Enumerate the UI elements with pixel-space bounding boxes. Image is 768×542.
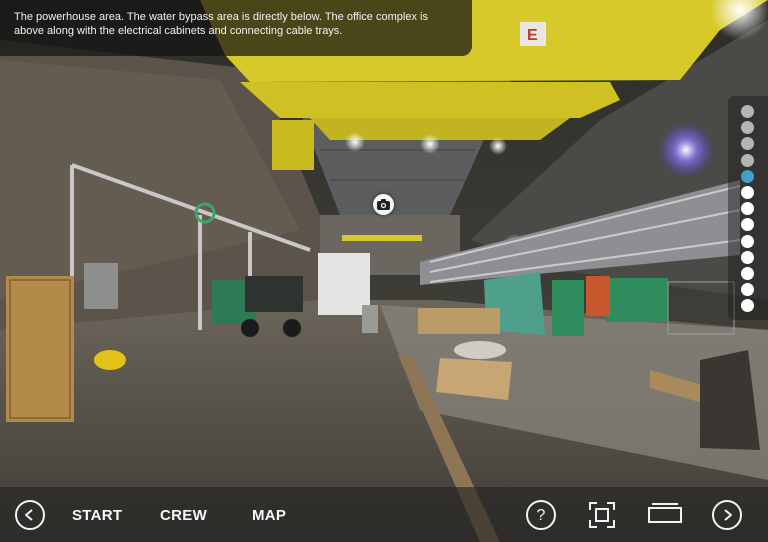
- caption-box: The powerhouse area. The water bypass ar…: [0, 0, 472, 56]
- scene-dot[interactable]: [741, 169, 754, 183]
- help-button[interactable]: ?: [526, 500, 556, 530]
- scene-dot[interactable]: [741, 153, 754, 167]
- previous-button[interactable]: [15, 500, 45, 530]
- scene-dot[interactable]: [741, 250, 754, 264]
- scene-dot[interactable]: [741, 234, 754, 248]
- fullscreen-icon: [589, 502, 615, 528]
- window-button[interactable]: [647, 502, 683, 526]
- next-button[interactable]: [712, 500, 742, 530]
- crew-link[interactable]: CREW: [160, 507, 207, 524]
- chevron-left-icon: [25, 509, 33, 521]
- chevron-right-icon: [724, 509, 732, 521]
- scene-dot[interactable]: [741, 202, 754, 216]
- scene-dot[interactable]: [741, 121, 754, 135]
- map-link[interactable]: MAP: [252, 507, 286, 524]
- scene-dot[interactable]: [741, 267, 754, 280]
- caption-text: The powerhouse area. The water bypass ar…: [14, 11, 428, 37]
- fullscreen-button[interactable]: [588, 501, 616, 529]
- scene-dot[interactable]: [741, 186, 754, 199]
- scene-dot[interactable]: [741, 137, 754, 151]
- panorama-scene[interactable]: E: [0, 0, 768, 542]
- bottom-toolbar: START CREW MAP ?: [0, 487, 768, 542]
- crane-sign: E: [527, 27, 538, 44]
- question-icon: ?: [536, 507, 546, 524]
- scene-dot[interactable]: [741, 283, 754, 297]
- window-icon: [648, 503, 682, 523]
- start-link[interactable]: START: [72, 507, 122, 524]
- scene-dot[interactable]: [741, 218, 754, 232]
- scene-dot[interactable]: [741, 299, 754, 313]
- camera-hotspot[interactable]: [373, 194, 394, 215]
- scene-dot[interactable]: [741, 105, 754, 118]
- scene-nav-dots: [728, 96, 768, 320]
- camera-icon: [377, 199, 390, 210]
